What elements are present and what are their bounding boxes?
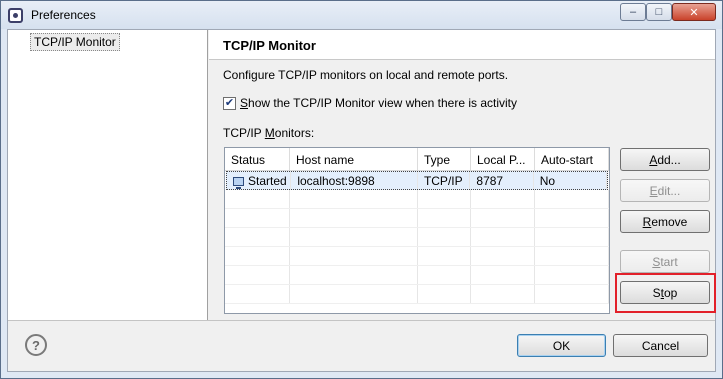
empty-row <box>225 228 609 247</box>
minimize-button[interactable]: – <box>620 3 646 21</box>
show-view-label-text: how the TCP/IP Monitor view when there i… <box>248 96 518 110</box>
monitors-table[interactable]: Status Host name Type Local P... Auto-st… <box>224 147 610 314</box>
show-view-mnemonic: S <box>240 96 249 110</box>
preferences-tree: TCP/IP Monitor <box>8 30 208 320</box>
edit-mnemonic: E <box>649 183 658 198</box>
help-icon[interactable]: ? <box>25 334 47 356</box>
edit-button[interactable]: Edit... <box>620 179 710 202</box>
local-port-cell: 8787 <box>470 172 534 189</box>
preferences-window: Preferences – □ ✕ TCP/IP Monitor TCP/IP … <box>0 0 723 379</box>
window-title: Preferences <box>31 8 96 22</box>
monitors-label: TCP/IP Monitors: <box>223 126 314 140</box>
host-cell: localhost:9898 <box>291 172 418 189</box>
footer-divider <box>8 320 715 321</box>
show-view-option[interactable]: ✔ Show the TCP/IP Monitor view when ther… <box>223 96 517 110</box>
column-header-auto-start[interactable]: Auto-start <box>535 148 609 170</box>
add-label: dd... <box>657 152 681 167</box>
close-button[interactable]: ✕ <box>672 3 716 21</box>
ok-button[interactable]: OK <box>517 334 606 357</box>
show-view-label: Show the TCP/IP Monitor view when there … <box>240 96 517 110</box>
monitors-label-pre: TCP/IP <box>223 126 265 140</box>
add-mnemonic: A <box>649 152 658 167</box>
app-icon <box>8 8 23 23</box>
table-header: Status Host name Type Local P... Auto-st… <box>225 148 609 171</box>
tree-item-tcpip-monitor[interactable]: TCP/IP Monitor <box>30 33 120 51</box>
column-header-local-port[interactable]: Local P... <box>471 148 535 170</box>
maximize-button[interactable]: □ <box>646 3 672 21</box>
start-mnemonic: S <box>652 254 661 269</box>
page-title: TCP/IP Monitor <box>223 38 316 53</box>
start-label: tart <box>660 254 678 269</box>
cancel-button[interactable]: Cancel <box>613 334 708 357</box>
monitors-label-post: onitors: <box>274 126 315 140</box>
status-cell: Started <box>227 172 292 189</box>
status-text: Started <box>248 174 287 188</box>
monitor-icon <box>233 177 244 189</box>
edit-label: dit... <box>657 183 681 198</box>
monitors-label-mnemonic: M <box>264 126 275 140</box>
page-description: Configure TCP/IP monitors on local and r… <box>223 68 509 82</box>
empty-row <box>225 266 609 285</box>
start-button[interactable]: Start <box>620 250 710 273</box>
stop-button-highlight <box>615 273 716 313</box>
empty-row <box>225 190 609 209</box>
remove-mnemonic: R <box>642 214 652 229</box>
table-row[interactable]: Started localhost:9898 TCP/IP 8787 No <box>226 171 608 190</box>
empty-row <box>225 209 609 228</box>
column-header-type[interactable]: Type <box>418 148 471 170</box>
column-header-host[interactable]: Host name <box>290 148 418 170</box>
title-bar[interactable]: Preferences – □ ✕ <box>1 1 722 29</box>
page-header: TCP/IP Monitor <box>209 30 715 60</box>
empty-row <box>225 285 609 304</box>
auto-start-cell: No <box>534 172 607 189</box>
show-view-checkbox[interactable]: ✔ <box>223 96 236 110</box>
remove-button[interactable]: Remove <box>620 210 710 233</box>
type-cell: TCP/IP <box>418 172 471 189</box>
remove-label: emove <box>651 214 688 229</box>
add-button[interactable]: Add... <box>620 148 710 171</box>
column-header-status[interactable]: Status <box>225 148 290 170</box>
dialog-client-area: TCP/IP Monitor TCP/IP Monitor Configure … <box>7 29 716 372</box>
empty-row <box>225 247 609 266</box>
